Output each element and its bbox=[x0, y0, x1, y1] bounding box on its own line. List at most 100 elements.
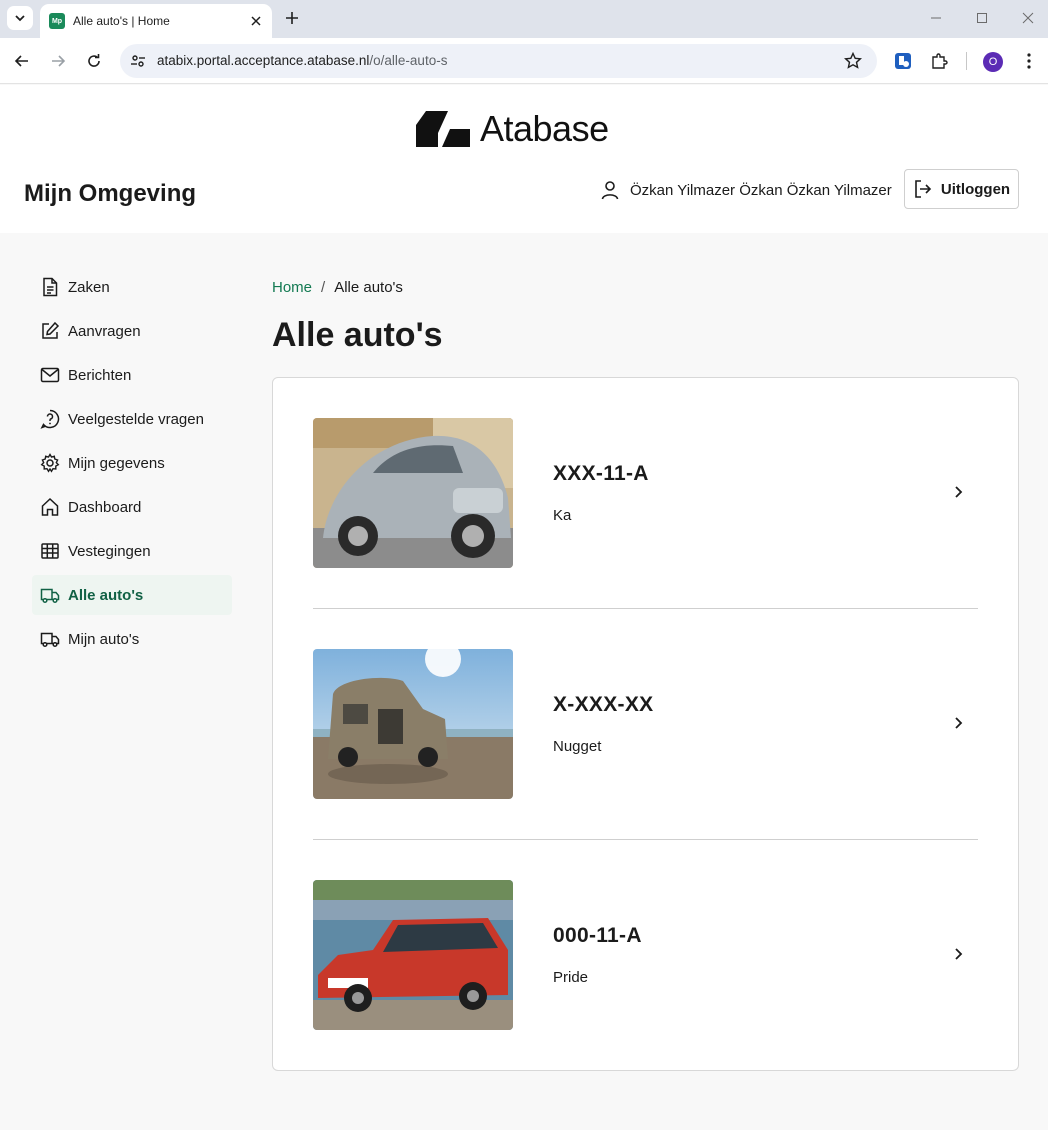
minimize-icon bbox=[931, 17, 941, 19]
sidebar-item-label: Mijn auto's bbox=[68, 630, 140, 648]
car-model: Nugget bbox=[553, 738, 602, 755]
car-list-item[interactable]: 000-11-A Pride bbox=[313, 880, 978, 1030]
sidebar-item-veelgestelde-vragen[interactable]: Veelgestelde vragen bbox=[32, 399, 232, 439]
logo-text: Atabase bbox=[480, 108, 609, 149]
car-plate: XXX-11-A bbox=[553, 462, 649, 485]
sidebar-item-berichten[interactable]: Berichten bbox=[32, 355, 232, 395]
car-list-item[interactable]: XXX-11-A Ka bbox=[313, 418, 978, 568]
breadcrumb-separator: / bbox=[321, 279, 326, 296]
close-icon bbox=[251, 16, 261, 26]
extensions-button[interactable] bbox=[927, 49, 951, 73]
sidebar-item-label: Aanvragen bbox=[68, 322, 141, 340]
browser-tab-bar: Mp Alle auto's | Home bbox=[0, 0, 1048, 38]
puzzle-icon bbox=[932, 53, 948, 69]
new-tab-button[interactable] bbox=[282, 8, 302, 28]
car-model: Ka bbox=[553, 507, 572, 524]
gear-icon bbox=[40, 453, 60, 473]
car-photo bbox=[313, 649, 513, 799]
user-name: Özkan Yilmazer Özkan Özkan Yilmazer bbox=[630, 181, 892, 199]
breadcrumb: Home / Alle auto's bbox=[272, 279, 403, 296]
sidebar-item-alle-autos[interactable]: Alle auto's bbox=[32, 575, 232, 615]
tab-search-button[interactable] bbox=[7, 6, 33, 30]
page-title: Alle auto's bbox=[272, 316, 443, 354]
tab-title: Alle auto's | Home bbox=[73, 14, 170, 28]
car-photo bbox=[313, 418, 513, 568]
car-plate: X-XXX-XX bbox=[553, 693, 654, 716]
window-close-button[interactable] bbox=[1018, 9, 1038, 27]
favicon-icon: Mp bbox=[49, 13, 65, 29]
car-list-card: XXX-11-A Ka X-XXX-XX Nugget 000-11-A Pri… bbox=[272, 377, 1019, 1071]
minimize-button[interactable] bbox=[926, 9, 946, 27]
toolbar-divider bbox=[966, 52, 967, 70]
forward-button[interactable] bbox=[46, 49, 70, 73]
sidebar-item-label: Vestegingen bbox=[68, 542, 151, 560]
breadcrumb-home-link[interactable]: Home bbox=[272, 279, 312, 296]
car-open-button[interactable] bbox=[947, 481, 969, 503]
logout-label: Uitloggen bbox=[940, 180, 1011, 198]
car-model: Pride bbox=[553, 969, 589, 986]
help-icon bbox=[40, 409, 60, 429]
sidebar-item-label: Alle auto's bbox=[68, 586, 144, 604]
profile-avatar[interactable]: O bbox=[983, 52, 1003, 72]
back-button[interactable] bbox=[10, 49, 34, 73]
more-vertical-icon bbox=[1027, 53, 1031, 69]
bookmark-star-icon[interactable] bbox=[843, 51, 863, 75]
tab-close-button[interactable] bbox=[248, 13, 264, 29]
site-settings-icon[interactable] bbox=[130, 53, 146, 74]
sidebar-item-label: Veelgestelde vragen bbox=[68, 410, 204, 428]
chevron-right-icon bbox=[955, 948, 963, 960]
close-icon bbox=[1022, 12, 1034, 24]
sidebar-item-mijn-autos[interactable]: Mijn auto's bbox=[32, 619, 232, 659]
list-divider bbox=[313, 839, 978, 840]
edit-icon bbox=[42, 321, 60, 339]
reload-button[interactable] bbox=[82, 49, 106, 73]
car-list-item[interactable]: X-XXX-XX Nugget bbox=[313, 649, 978, 799]
sidebar-item-dashboard[interactable]: Dashboard bbox=[32, 487, 232, 527]
maximize-icon bbox=[977, 13, 987, 23]
browser-toolbar: atabix.portal.acceptance.atabase.nl/o/al… bbox=[0, 38, 1048, 84]
logout-icon bbox=[915, 180, 932, 198]
chevron-right-icon bbox=[955, 717, 963, 729]
car-open-button[interactable] bbox=[947, 943, 969, 965]
site-title: Mijn Omgeving bbox=[24, 180, 197, 207]
url-text: atabix.portal.acceptance.atabase.nl/o/al… bbox=[157, 53, 448, 68]
sidebar-item-zaken[interactable]: Zaken bbox=[32, 267, 232, 307]
breadcrumb-current: Alle auto's bbox=[334, 279, 403, 296]
truck-icon bbox=[40, 588, 60, 604]
atabase-logo[interactable]: Atabase bbox=[416, 108, 609, 150]
sidebar-item-label: Zaken bbox=[68, 278, 110, 296]
reload-icon bbox=[88, 54, 100, 67]
mail-icon bbox=[40, 367, 60, 383]
browser-menu-button[interactable] bbox=[1017, 49, 1041, 73]
sidebar-item-aanvragen[interactable]: Aanvragen bbox=[32, 311, 232, 351]
chevron-right-icon bbox=[955, 486, 963, 498]
site-header: Atabase Mijn Omgeving Özkan Yilmazer Özk… bbox=[0, 85, 1048, 233]
sidebar-item-label: Dashboard bbox=[68, 498, 142, 516]
list-divider bbox=[313, 608, 978, 609]
sidebar-nav: Zaken Aanvragen Berichten Veelgestelde v… bbox=[32, 267, 232, 663]
car-open-button[interactable] bbox=[947, 712, 969, 734]
password-extension-icon bbox=[895, 53, 911, 69]
user-info: Özkan Yilmazer Özkan Özkan Yilmazer bbox=[600, 180, 892, 200]
maximize-button[interactable] bbox=[972, 9, 992, 27]
sidebar-item-label: Mijn gegevens bbox=[68, 454, 165, 472]
arrow-left-icon bbox=[14, 55, 28, 67]
plus-icon bbox=[286, 12, 298, 24]
address-bar[interactable]: atabix.portal.acceptance.atabase.nl/o/al… bbox=[120, 44, 877, 78]
sidebar-item-label: Berichten bbox=[68, 366, 132, 384]
user-icon bbox=[601, 181, 619, 200]
password-manager-button[interactable] bbox=[891, 49, 915, 73]
sidebar-item-mijn-gegevens[interactable]: Mijn gegevens bbox=[32, 443, 232, 483]
home-icon bbox=[41, 497, 59, 516]
truck-icon bbox=[40, 632, 60, 648]
car-plate: 000-11-A bbox=[553, 924, 642, 947]
atabase-logo-icon bbox=[416, 111, 470, 147]
chevron-down-icon bbox=[15, 15, 25, 22]
sidebar-item-vestegingen[interactable]: Vestegingen bbox=[32, 531, 232, 571]
car-photo bbox=[313, 880, 513, 1030]
logout-button[interactable]: Uitloggen bbox=[904, 169, 1019, 209]
active-tab[interactable]: Mp Alle auto's | Home bbox=[40, 4, 272, 38]
document-icon bbox=[43, 277, 58, 297]
arrow-right-icon bbox=[52, 55, 66, 67]
table-icon bbox=[41, 543, 59, 559]
